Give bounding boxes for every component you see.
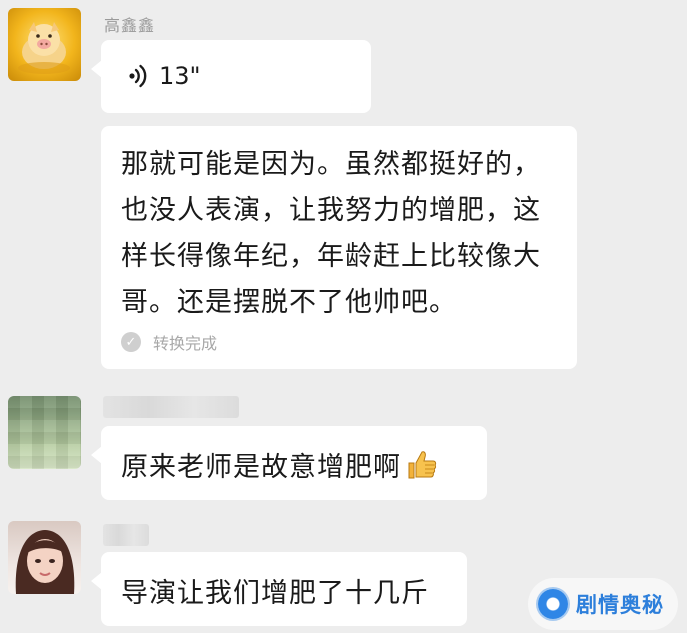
voice-message-bubble[interactable]: 13" [91, 40, 371, 113]
sender-avatar[interactable] [8, 521, 81, 594]
transcript-status-label: 转换完成 [153, 334, 218, 353]
message-text: 导演让我们增肥了十几斤 [121, 578, 429, 609]
sender-name-blurred [103, 396, 239, 418]
text-message-bubble[interactable]: 导演让我们增肥了十几斤 [91, 552, 467, 626]
voice-wave-icon [129, 64, 147, 88]
voice-duration: 13" [159, 62, 201, 90]
sender-avatar[interactable] [8, 8, 81, 81]
voice-transcript-bubble[interactable]: 那就可能是因为。虽然都挺好的，也没人表演，让我努力的增肥，这样长得像年纪，年龄赶… [101, 126, 577, 369]
message-text: 原来老师是故意增肥啊 [121, 445, 439, 484]
watermark-text: 剧情奥秘 [576, 593, 664, 617]
woman-avatar-icon [15, 530, 75, 594]
watermark: 剧情奥秘 [528, 578, 678, 630]
sender-avatar-blurred[interactable] [8, 396, 81, 469]
sender-name: 高鑫鑫 [104, 16, 156, 35]
sender-name-blurred [103, 524, 149, 546]
text-message-bubble[interactable]: 原来老师是故意增肥啊 [91, 426, 487, 500]
thumbs-up-icon [408, 451, 437, 479]
transcript-status: ✓ 转换完成 [121, 330, 217, 354]
message-text-content: 原来老师是故意增肥啊 [121, 452, 401, 483]
check-icon: ✓ [121, 332, 141, 352]
transcript-text: 那就可能是因为。虽然都挺好的，也没人表演，让我努力的增肥，这样长得像年纪，年龄赶… [121, 149, 541, 318]
pig-avatar-icon [18, 22, 70, 74]
watermark-logo-icon [538, 589, 568, 619]
